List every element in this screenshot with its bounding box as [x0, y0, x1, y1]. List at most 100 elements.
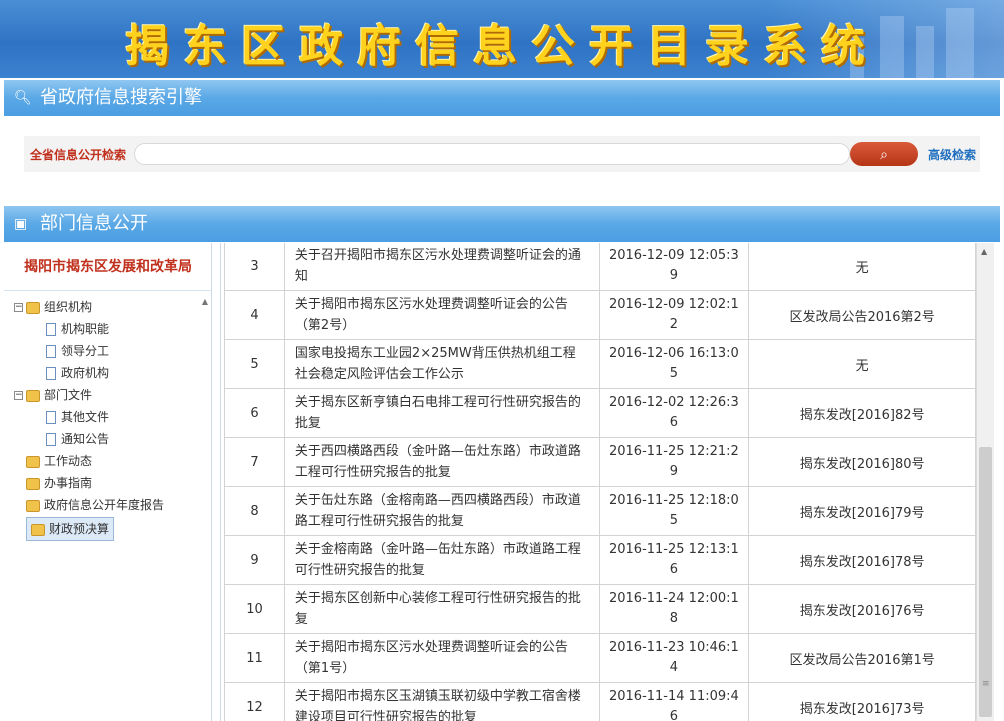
- row-doc-number: 无: [748, 243, 976, 291]
- search-input[interactable]: [134, 143, 850, 165]
- folder-icon: [31, 523, 45, 536]
- table-scrollbar[interactable]: ▲ ≡: [976, 243, 994, 721]
- advanced-search-link[interactable]: 高级检索: [928, 146, 976, 163]
- magnifier-icon: 🔍︎: [14, 90, 32, 106]
- search-bar: 全省信息公开检索 ⌕ 高级检索: [24, 136, 980, 172]
- row-title-link[interactable]: 关于揭阳市揭东区污水处理费调整听证会的公告（第2号）: [283, 290, 600, 340]
- tree-node-label: 财政预决算: [49, 522, 110, 536]
- folder-icon: [26, 389, 40, 402]
- folder-icon: [26, 455, 40, 468]
- tree-node-work-news[interactable]: 工作动态: [26, 451, 92, 471]
- row-title-link[interactable]: 关于缶灶东路（金榕南路—西四横路西段）市政道路工程可行性研究报告的批复: [283, 486, 600, 536]
- tree-node-notices[interactable]: 通知公告: [46, 429, 109, 449]
- row-number: 10: [224, 584, 285, 634]
- row-title-link[interactable]: 国家电投揭东工业园2×25MW背压供热机组工程社会稳定风险评估会工作公示: [283, 339, 600, 389]
- folder-icon: [26, 301, 40, 314]
- row-doc-number: 揭东发改[2016]73号: [748, 682, 976, 721]
- row-date: 2016-12-06 16:13:05: [598, 339, 750, 389]
- row-date: 2016-12-09 12:05:39: [598, 243, 750, 291]
- row-number: 3: [224, 243, 285, 291]
- table-row[interactable]: 5 国家电投揭东工业园2×25MW背压供热机组工程社会稳定风险评估会工作公示 201…: [224, 339, 976, 389]
- tree-node-guide[interactable]: 办事指南: [26, 473, 92, 493]
- tree-node-dept-docs[interactable]: − 部门文件: [14, 385, 92, 405]
- row-doc-number: 揭东发改[2016]78号: [748, 535, 976, 585]
- scroll-thumb[interactable]: [979, 447, 992, 717]
- id-card-icon: ▣: [14, 216, 28, 232]
- document-table-container: 3 关于召开揭阳市揭东区污水处理费调整听证会的通知 2016-12-09 12:05…: [224, 243, 976, 721]
- scroll-up-arrow[interactable]: ▲: [981, 247, 987, 256]
- department-name: 揭阳市揭东区发展和改革局: [4, 243, 212, 291]
- tree-node-other-docs[interactable]: 其他文件: [46, 407, 109, 427]
- app-window: 揭东区政府信息公开目录系统 🔍︎ 省政府信息搜索引擎 全省信息公开检索 ⌕ 高级…: [0, 0, 1004, 721]
- row-title-link[interactable]: 关于揭东区新亨镇白石电排工程可行性研究报告的批复: [283, 388, 600, 438]
- tree-node-label: 机构职能: [61, 322, 110, 336]
- document-icon: [46, 367, 56, 380]
- document-icon: [46, 323, 56, 336]
- scroll-grip-icon: ≡: [982, 679, 990, 689]
- row-number: 12: [224, 682, 285, 721]
- row-date: 2016-11-14 11:09:46: [598, 682, 750, 721]
- tree-node-label: 办事指南: [44, 476, 93, 490]
- row-number: 6: [224, 388, 285, 438]
- tree-node-label: 组织机构: [44, 300, 93, 314]
- tree-node-label: 部门文件: [44, 388, 93, 402]
- row-date: 2016-11-25 12:21:29: [598, 437, 750, 487]
- panel-divider: [220, 243, 221, 721]
- document-table: 3 关于召开揭阳市揭东区污水处理费调整听证会的通知 2016-12-09 12:05…: [224, 243, 976, 721]
- row-doc-number: 区发改局公告2016第1号: [748, 633, 976, 683]
- row-doc-number: 区发改局公告2016第2号: [748, 290, 976, 340]
- table-row[interactable]: 9 关于金榕南路（金叶路—缶灶东路）市政道路工程可行性研究报告的批复 2016-11…: [224, 535, 976, 585]
- search-button[interactable]: ⌕: [850, 142, 918, 166]
- row-doc-number: 无: [748, 339, 976, 389]
- row-number: 4: [224, 290, 285, 340]
- row-date: 2016-12-09 12:02:12: [598, 290, 750, 340]
- document-icon: [46, 433, 56, 446]
- row-number: 9: [224, 535, 285, 585]
- row-number: 7: [224, 437, 285, 487]
- row-title-link[interactable]: 关于西四横路西段（金叶路—缶灶东路）市政道路工程可行性研究报告的批复: [283, 437, 600, 487]
- row-doc-number: 揭东发改[2016]80号: [748, 437, 976, 487]
- category-tree: ▲ − 组织机构 机构职能 领导分工 政府机构 − 部门文件 其他文件 通知公告: [4, 293, 212, 721]
- tree-scroll-up[interactable]: ▲: [202, 297, 208, 306]
- row-title-link[interactable]: 关于揭阳市揭东区玉湖镇玉联初级中学教工宿舍楼建设项目可行性研究报告的批复: [283, 682, 600, 721]
- tree-node-annual-report[interactable]: 政府信息公开年度报告: [26, 495, 164, 515]
- folder-icon: [26, 499, 40, 512]
- tree-node-label: 政府信息公开年度报告: [44, 498, 165, 512]
- row-title-link[interactable]: 关于揭阳市揭东区污水处理费调整听证会的公告（第1号）: [283, 633, 600, 683]
- dept-section-header: ▣ 部门信息公开: [4, 206, 1000, 242]
- collapse-icon[interactable]: −: [14, 303, 23, 312]
- row-date: 2016-11-25 12:18:05: [598, 486, 750, 536]
- row-date: 2016-12-02 12:26:36: [598, 388, 750, 438]
- dept-section-title: 部门信息公开: [40, 213, 148, 234]
- tree-node-agencies[interactable]: 政府机构: [46, 363, 109, 383]
- folder-icon: [26, 477, 40, 490]
- document-icon: [46, 345, 56, 358]
- row-title-link[interactable]: 关于金榕南路（金叶路—缶灶东路）市政道路工程可行性研究报告的批复: [283, 535, 600, 585]
- left-panel: 揭阳市揭东区发展和改革局 ▲ − 组织机构 机构职能 领导分工 政府机构 − 部门文…: [4, 243, 212, 721]
- table-row[interactable]: 7 关于西四横路西段（金叶路—缶灶东路）市政道路工程可行性研究报告的批复 2016-…: [224, 437, 976, 487]
- table-row[interactable]: 8 关于缶灶东路（金榕南路—西四横路西段）市政道路工程可行性研究报告的批复 2016…: [224, 486, 976, 536]
- row-title-link[interactable]: 关于召开揭阳市揭东区污水处理费调整听证会的通知: [283, 243, 600, 291]
- search-section-header: 🔍︎ 省政府信息搜索引擎: [4, 80, 1000, 116]
- tree-node-org[interactable]: − 组织机构: [14, 297, 92, 317]
- row-doc-number: 揭东发改[2016]82号: [748, 388, 976, 438]
- row-number: 8: [224, 486, 285, 536]
- search-icon: ⌕: [880, 146, 888, 162]
- table-row[interactable]: 6 关于揭东区新亨镇白石电排工程可行性研究报告的批复 2016-12-02 12:2…: [224, 388, 976, 438]
- search-section-title: 省政府信息搜索引擎: [40, 87, 202, 108]
- row-number: 11: [224, 633, 285, 683]
- tree-node-leaders[interactable]: 领导分工: [46, 341, 109, 361]
- tree-node-budget[interactable]: 财政预决算: [26, 517, 115, 541]
- table-row[interactable]: 12 关于揭阳市揭东区玉湖镇玉联初级中学教工宿舍楼建设项目可行性研究报告的批复 20…: [224, 682, 976, 721]
- row-date: 2016-11-24 12:00:18: [598, 584, 750, 634]
- table-row[interactable]: 10 关于揭东区创新中心装修工程可行性研究报告的批复 2016-11-24 12:0…: [224, 584, 976, 634]
- table-row[interactable]: 4 关于揭阳市揭东区污水处理费调整听证会的公告（第2号） 2016-12-09 12…: [224, 290, 976, 340]
- table-row[interactable]: 11 关于揭阳市揭东区污水处理费调整听证会的公告（第1号） 2016-11-23 1…: [224, 633, 976, 683]
- table-row[interactable]: 3 关于召开揭阳市揭东区污水处理费调整听证会的通知 2016-12-09 12:05…: [224, 243, 976, 291]
- tree-node-functions[interactable]: 机构职能: [46, 319, 109, 339]
- tree-node-label: 通知公告: [61, 432, 110, 446]
- collapse-icon[interactable]: −: [14, 391, 23, 400]
- document-icon: [46, 411, 56, 424]
- row-doc-number: 揭东发改[2016]76号: [748, 584, 976, 634]
- row-title-link[interactable]: 关于揭东区创新中心装修工程可行性研究报告的批复: [283, 584, 600, 634]
